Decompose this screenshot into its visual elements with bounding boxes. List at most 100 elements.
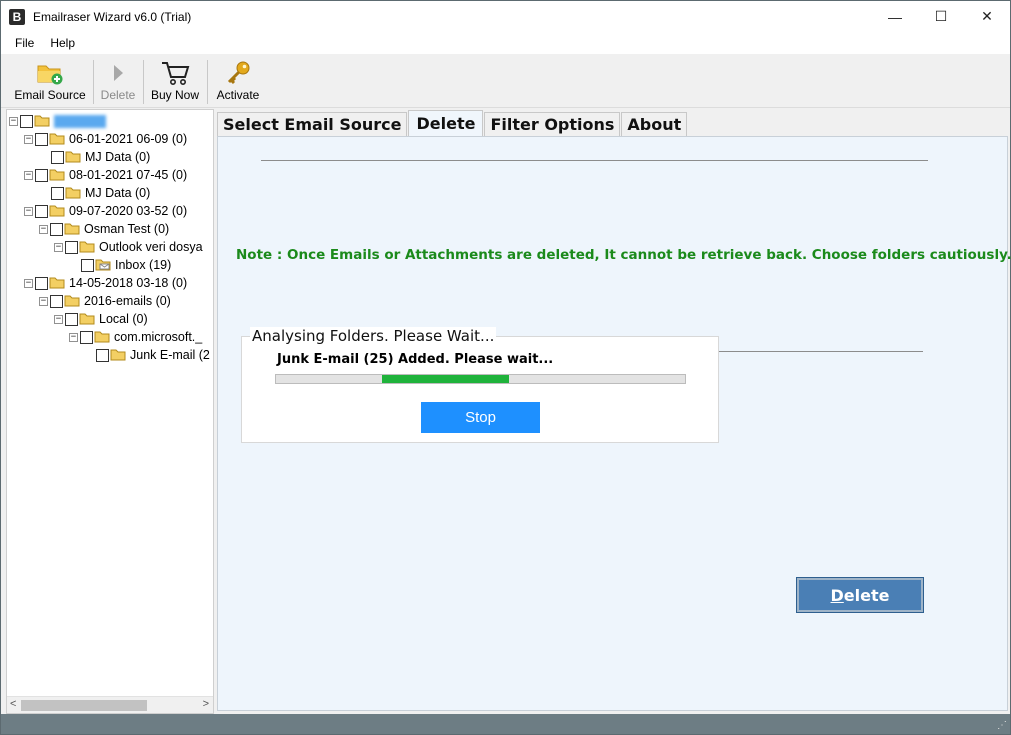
tab-bar: Select Email Source Delete Filter Option… — [217, 110, 688, 136]
tree-node[interactable]: Inbox (19) — [81, 256, 171, 274]
tree-checkbox[interactable] — [35, 168, 48, 182]
tree-node-label: MJ Data (0) — [85, 150, 151, 164]
collapse-icon[interactable]: − — [24, 170, 33, 180]
scroll-right-icon[interactable]: > — [203, 698, 209, 710]
minimize-button[interactable]: — — [872, 1, 918, 32]
progress-dialog-title: Analysing Folders. Please Wait... — [250, 327, 497, 345]
tree-node[interactable]: − 09-07-2020 03-52 (0) — [24, 202, 187, 220]
maximize-button[interactable]: ☐ — [918, 1, 964, 32]
tree-checkbox[interactable] — [96, 348, 109, 362]
tree-node[interactable]: − com.microsoft._ — [69, 328, 202, 346]
tab-delete[interactable]: Delete — [408, 110, 484, 136]
tree-checkbox[interactable] — [51, 150, 64, 164]
folder-icon — [65, 151, 81, 163]
tree-node[interactable]: MJ Data (0) — [51, 184, 150, 202]
divider — [261, 160, 928, 161]
tree-root[interactable]: − — [9, 112, 106, 130]
tree-node-label: Inbox (19) — [115, 258, 172, 272]
tree-checkbox[interactable] — [80, 330, 93, 344]
tree-checkbox[interactable] — [35, 204, 48, 218]
tree-checkbox[interactable] — [51, 186, 64, 200]
tree-node[interactable]: − 06-01-2021 06-09 (0) — [24, 130, 187, 148]
tree-root-label-redacted — [54, 114, 106, 128]
tree-checkbox[interactable] — [50, 222, 63, 236]
tree-checkbox[interactable] — [50, 294, 63, 308]
tree-checkbox[interactable] — [35, 276, 48, 290]
tree-node[interactable]: MJ Data (0) — [51, 148, 150, 166]
progress-status-text: Junk E-mail (25) Added. Please wait... — [277, 352, 554, 367]
tree-checkbox[interactable] — [81, 258, 94, 272]
tree-node[interactable]: − Outlook veri dosya — [54, 238, 203, 256]
inbox-folder-icon — [95, 259, 111, 271]
cart-icon — [159, 58, 191, 88]
folder-icon — [79, 241, 95, 253]
tree-node-label: MJ Data (0) — [85, 186, 151, 200]
tree-node[interactable]: − Osman Test (0) — [39, 220, 169, 238]
buy-now-label: Buy Now — [150, 88, 200, 102]
tree-checkbox[interactable] — [65, 312, 78, 326]
collapse-icon[interactable]: − — [39, 296, 48, 306]
tree-node[interactable]: Junk E-mail (2 — [96, 346, 210, 364]
toolbar-delete-button[interactable]: Delete — [97, 58, 139, 106]
tree-node-label: 2016-emails (0) — [84, 294, 171, 308]
tree-node-label: Osman Test (0) — [84, 222, 170, 236]
tree-node[interactable]: − 2016-emails (0) — [39, 292, 171, 310]
activate-button[interactable]: Activate — [211, 58, 265, 106]
tree-checkbox[interactable] — [20, 114, 33, 128]
folder-icon — [49, 205, 65, 217]
toolbar-separator — [93, 60, 94, 104]
tree-checkbox[interactable] — [65, 240, 78, 254]
menu-help[interactable]: Help — [42, 36, 83, 50]
stop-button[interactable]: Stop — [421, 402, 540, 433]
toolbar-separator — [143, 60, 144, 104]
folder-icon — [79, 313, 95, 325]
toolbar-delete-label: Delete — [100, 88, 136, 102]
collapse-icon[interactable]: − — [54, 242, 63, 252]
tree-node-label: 06-01-2021 06-09 (0) — [69, 132, 188, 146]
delete-tab-panel: Note : Once Emails or Attachments are de… — [217, 136, 1011, 711]
collapse-icon[interactable]: − — [24, 206, 33, 216]
tree-node-label: 14-05-2018 03-18 (0) — [69, 276, 188, 290]
email-source-button[interactable]: Email Source — [11, 58, 89, 106]
key-icon — [222, 58, 254, 88]
menu-file[interactable]: File — [7, 36, 42, 50]
collapse-icon[interactable]: − — [24, 134, 33, 144]
tree-node[interactable]: − 14-05-2018 03-18 (0) — [24, 274, 187, 292]
menu-bar: File Help — [1, 32, 1010, 54]
folder-icon — [34, 115, 50, 127]
tree-horizontal-scrollbar[interactable]: < > — [7, 696, 213, 713]
folder-tree[interactable]: − − 06-01-2021 06-09 (0) MJ Data (0) − 0… — [6, 109, 214, 714]
collapse-icon[interactable]: − — [39, 224, 48, 234]
status-bar: ⋰ — [1, 714, 1010, 734]
activate-label: Activate — [216, 88, 260, 102]
close-button[interactable]: ✕ — [964, 1, 1010, 32]
folder-icon — [64, 295, 80, 307]
tree-node-label: 09-07-2020 03-52 (0) — [69, 204, 188, 218]
tab-about[interactable]: About — [621, 112, 688, 136]
collapse-icon[interactable]: − — [54, 314, 63, 324]
delete-button[interactable]: Delete — [796, 577, 924, 613]
tree-node-label: com.microsoft._ — [114, 330, 203, 344]
buy-now-button[interactable]: Buy Now — [147, 58, 203, 106]
app-icon: B — [9, 8, 25, 25]
toolbar: Email Source Delete Buy Now Activate — [1, 54, 1010, 108]
scrollbar-thumb[interactable] — [21, 700, 147, 711]
collapse-icon[interactable]: − — [9, 116, 18, 126]
tree-node-label: 08-01-2021 07-45 (0) — [69, 168, 188, 182]
tree-node-label: Outlook veri dosya — [99, 240, 203, 254]
warning-note: Note : Once Emails or Attachments are de… — [236, 247, 1011, 263]
resize-grip-icon[interactable]: ⋰ — [997, 720, 1007, 731]
tree-checkbox[interactable] — [35, 132, 48, 146]
scroll-left-icon[interactable]: < — [10, 698, 16, 710]
divider — [718, 351, 923, 352]
collapse-icon[interactable]: − — [69, 332, 78, 342]
delete-button-label: elete — [843, 585, 890, 605]
collapse-icon[interactable]: − — [24, 278, 33, 288]
tab-select-email-source[interactable]: Select Email Source — [217, 112, 408, 136]
tree-node-label: Junk E-mail (2 — [130, 348, 210, 362]
tree-node[interactable]: − Local (0) — [54, 310, 148, 328]
tree-node-label: Local (0) — [99, 312, 148, 326]
tab-filter-options[interactable]: Filter Options — [484, 112, 621, 136]
email-source-label: Email Source — [14, 88, 86, 102]
tree-node[interactable]: − 08-01-2021 07-45 (0) — [24, 166, 187, 184]
